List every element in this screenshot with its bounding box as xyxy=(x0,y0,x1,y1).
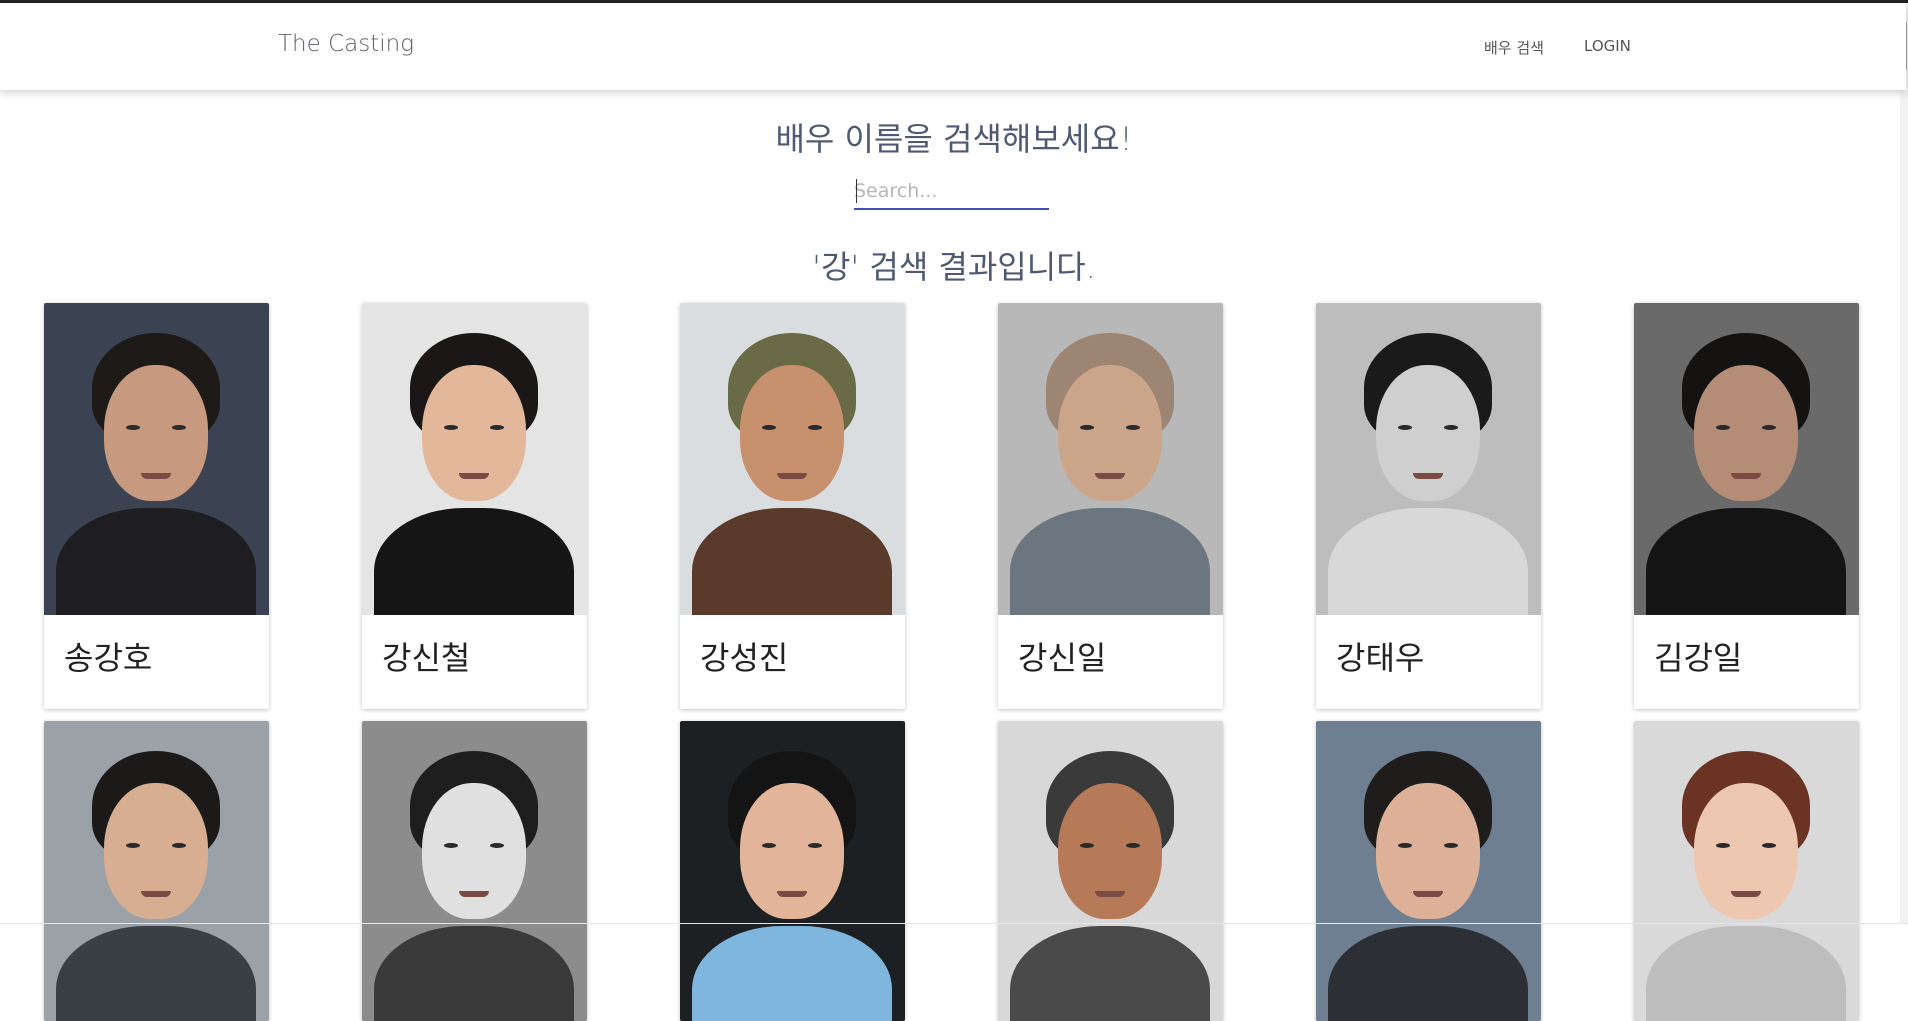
actor-photo-mouth xyxy=(459,891,489,897)
actor-name: 강태우 xyxy=(1336,639,1425,677)
actor-photo-mouth xyxy=(1413,891,1443,897)
actor-photo-body xyxy=(1646,508,1846,615)
actor-photo[interactable] xyxy=(1316,303,1541,615)
actor-photo-eye xyxy=(1444,843,1458,848)
actor-photo-face xyxy=(104,365,208,501)
actor-card[interactable]: 김강일 xyxy=(1634,303,1859,709)
actor-photo-eye xyxy=(1716,425,1730,430)
actor-photo-eye xyxy=(1080,425,1094,430)
actor-photo-eye xyxy=(444,425,458,430)
actor-photo-eye xyxy=(1080,843,1094,848)
actor-photo-face xyxy=(1376,783,1480,919)
actor-photo-face xyxy=(422,783,526,919)
actor-photo-eye xyxy=(1762,425,1776,430)
actor-photo-eye xyxy=(808,843,822,848)
actor-card[interactable] xyxy=(1316,721,1541,1021)
nav-actor-search-link[interactable]: 배우 검색 xyxy=(1484,37,1544,58)
actor-photo-body xyxy=(56,508,256,615)
actor-photo-mouth xyxy=(1413,473,1443,479)
actor-name: 김강일 xyxy=(1654,639,1743,677)
navbar: The Casting 배우 검색 LOGIN xyxy=(0,3,1906,90)
actor-card[interactable] xyxy=(998,721,1223,1021)
actor-photo-face xyxy=(1694,783,1798,919)
actor-card[interactable]: 강성진 xyxy=(680,303,905,709)
actor-photo-body xyxy=(1010,926,1210,1021)
actor-photo-body xyxy=(1010,508,1210,615)
actor-card[interactable]: 강태우 xyxy=(1316,303,1541,709)
actor-photo[interactable] xyxy=(362,721,587,1021)
actor-photo-eye xyxy=(172,425,186,430)
actor-name: 강신철 xyxy=(382,639,471,677)
actor-photo-body xyxy=(56,926,256,1021)
actor-photo-body xyxy=(1646,926,1846,1021)
actor-photo-face xyxy=(740,365,844,501)
actor-photo-eye xyxy=(808,425,822,430)
actor-photo-mouth xyxy=(141,473,171,479)
actor-name: 강성진 xyxy=(700,639,789,677)
actor-photo-eye xyxy=(1126,843,1140,848)
actor-card[interactable]: 송강호 xyxy=(44,303,269,709)
actor-photo-eye xyxy=(1444,425,1458,430)
text-caret xyxy=(856,179,857,203)
actor-photo-body xyxy=(692,926,892,1021)
actor-card[interactable] xyxy=(680,721,905,1021)
actor-photo[interactable] xyxy=(680,303,905,615)
brand-logo-text[interactable]: The Casting xyxy=(278,31,414,57)
actor-photo-eye xyxy=(1398,425,1412,430)
actor-photo-body xyxy=(374,926,574,1021)
actor-photo-mouth xyxy=(141,891,171,897)
actor-photo-eye xyxy=(172,843,186,848)
actor-photo-face xyxy=(1694,365,1798,501)
actor-card[interactable] xyxy=(362,721,587,1021)
actor-photo[interactable] xyxy=(680,721,905,1021)
actor-photo-body xyxy=(692,508,892,615)
actor-photo-mouth xyxy=(1095,891,1125,897)
nav-login-link[interactable]: LOGIN xyxy=(1584,37,1631,55)
actor-photo-face xyxy=(1376,365,1480,501)
actor-photo-eye xyxy=(490,843,504,848)
actor-card[interactable] xyxy=(1634,721,1859,1021)
actor-card[interactable] xyxy=(44,721,269,1021)
actor-photo-mouth xyxy=(1095,473,1125,479)
actor-photo-eye xyxy=(490,425,504,430)
actor-photo-body xyxy=(374,508,574,615)
result-heading: '강' 검색 결과입니다. xyxy=(812,248,1096,286)
actor-photo-eye xyxy=(1126,425,1140,430)
actor-photo-body xyxy=(1328,508,1528,615)
actor-photo-body xyxy=(1328,926,1528,1021)
actor-photo-mouth xyxy=(1731,891,1761,897)
actor-photo-eye xyxy=(444,843,458,848)
search-heading: 배우 이름을 검색해보세요! xyxy=(775,120,1133,158)
actor-card[interactable]: 강신일 xyxy=(998,303,1223,709)
actor-photo[interactable] xyxy=(362,303,587,615)
actor-photo-mouth xyxy=(1731,473,1761,479)
actor-photo-eye xyxy=(1762,843,1776,848)
actor-photo[interactable] xyxy=(998,721,1223,1021)
actor-photo[interactable] xyxy=(1316,721,1541,1021)
actor-photo-face xyxy=(1058,365,1162,501)
actor-name: 강신일 xyxy=(1018,639,1107,677)
actor-card[interactable]: 강신철 xyxy=(362,303,587,709)
actor-photo-mouth xyxy=(777,473,807,479)
actor-photo-face xyxy=(1058,783,1162,919)
actor-photo-face xyxy=(740,783,844,919)
search-input[interactable] xyxy=(854,174,1049,210)
actor-photo-eye xyxy=(126,425,140,430)
actor-photo[interactable] xyxy=(998,303,1223,615)
actor-photo-face xyxy=(422,365,526,501)
actor-photo-eye xyxy=(762,843,776,848)
actor-photo-mouth xyxy=(459,473,489,479)
actor-photo-eye xyxy=(1398,843,1412,848)
actor-photo-mouth xyxy=(777,891,807,897)
actor-photo[interactable] xyxy=(1634,303,1859,615)
actor-photo[interactable] xyxy=(44,303,269,615)
search-field-wrapper xyxy=(854,174,1049,212)
actor-photo-eye xyxy=(126,843,140,848)
actor-photo-face xyxy=(104,783,208,919)
actor-photo[interactable] xyxy=(44,721,269,1021)
actor-photo-eye xyxy=(1716,843,1730,848)
actor-photo[interactable] xyxy=(1634,721,1859,1021)
actor-photo-eye xyxy=(762,425,776,430)
actor-name: 송강호 xyxy=(64,639,153,677)
